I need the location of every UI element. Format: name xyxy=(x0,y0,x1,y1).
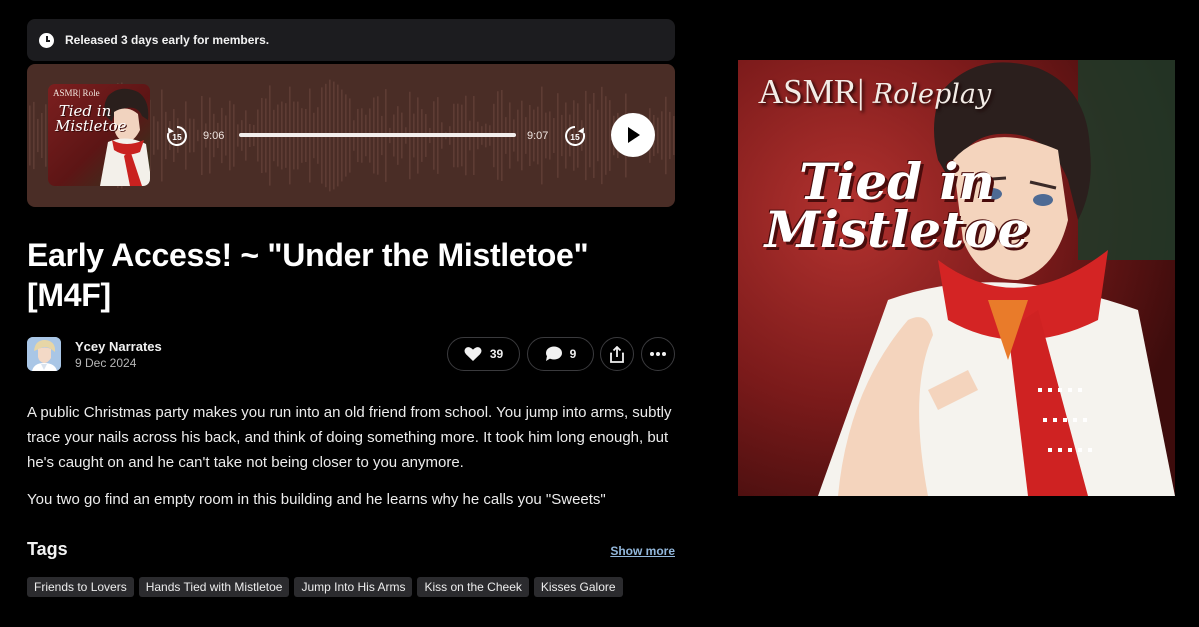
cover-character-illustration xyxy=(738,60,1175,496)
cover-series-label: ASMR| Roleplay xyxy=(758,72,991,112)
end-time: 9:07 xyxy=(527,130,549,142)
share-icon xyxy=(610,345,624,363)
cover-asmr: ASMR| xyxy=(758,72,865,111)
tag-chip[interactable]: Jump Into His Arms xyxy=(294,577,413,597)
author-avatar[interactable] xyxy=(27,337,61,371)
episode-cover-art: ASMR| Roleplay Tied in Mistletoe xyxy=(738,60,1175,496)
thumbnail-title: Tied in Mistletoe xyxy=(55,102,127,135)
more-dots-icon xyxy=(650,352,666,356)
cover-title: Tied in Mistletoe xyxy=(764,152,1030,259)
rewind-15-icon[interactable]: 15 xyxy=(165,124,189,148)
forward-15-icon[interactable]: 15 xyxy=(563,124,587,148)
like-count: 39 xyxy=(489,347,504,361)
rewind-seconds: 15 xyxy=(172,132,182,142)
comment-icon xyxy=(545,346,562,361)
tag-chip[interactable]: Kiss on the Cheek xyxy=(417,577,529,597)
description-paragraph: You two go find an empty room in this bu… xyxy=(27,491,606,508)
tags-heading: Tags xyxy=(27,539,68,559)
audio-player: ASMR| Role Tied in Mistletoe 15 9:06 9:0… xyxy=(27,64,675,207)
tag-chip[interactable]: Hands Tied with Mistletoe xyxy=(138,577,290,597)
cover-roleplay: Roleplay xyxy=(864,79,992,110)
more-options-button[interactable] xyxy=(641,337,675,371)
post-meta: Ycey Narrates 9 Dec 2024 39 9 xyxy=(27,337,675,373)
like-button[interactable]: 39 xyxy=(447,337,520,371)
heart-icon xyxy=(464,347,482,361)
show-more-link[interactable]: Show more xyxy=(610,544,675,558)
play-icon xyxy=(628,127,640,143)
post-column: Released 3 days early for members. ASMR|… xyxy=(27,19,675,597)
forward-seconds: 15 xyxy=(570,132,580,142)
tags-header: Tags Show more xyxy=(27,539,675,563)
thumbnail-character-art xyxy=(100,88,150,186)
tag-chip[interactable]: Friends to Lovers xyxy=(27,577,134,597)
author-name[interactable]: Ycey Narrates xyxy=(75,339,162,354)
clock-icon xyxy=(39,32,54,48)
post-date: 9 Dec 2024 xyxy=(75,356,137,370)
notice-text: Released 3 days early for members. xyxy=(65,33,270,47)
comment-count: 9 xyxy=(569,347,577,361)
post-title: Early Access! ~ "Under the Mistletoe" [M… xyxy=(27,237,589,313)
episode-thumbnail: ASMR| Role Tied in Mistletoe xyxy=(48,84,150,186)
thumbnail-line1: ASMR| Role xyxy=(53,88,100,98)
post-description: A public Christmas party makes you run i… xyxy=(27,400,675,512)
early-release-notice: Released 3 days early for members. xyxy=(27,19,675,61)
comment-button[interactable]: 9 xyxy=(527,337,594,371)
tag-chip[interactable]: Kisses Galore xyxy=(533,577,623,597)
share-button[interactable] xyxy=(600,337,634,371)
tag-list: Friends to Lovers Hands Tied with Mistle… xyxy=(27,577,675,597)
progress-bar[interactable] xyxy=(239,133,516,137)
description-paragraph: A public Christmas party makes you run i… xyxy=(27,404,672,471)
play-button[interactable] xyxy=(611,113,655,157)
current-time: 9:06 xyxy=(203,130,225,142)
